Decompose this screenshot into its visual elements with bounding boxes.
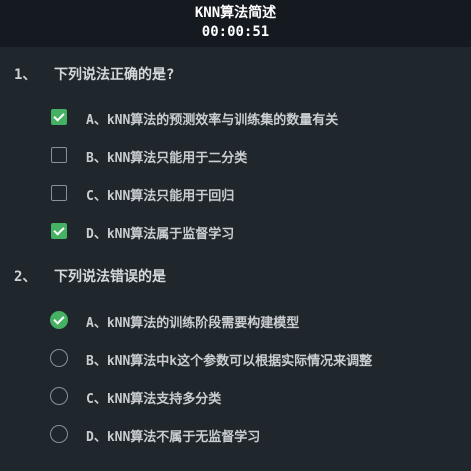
checkbox-unchecked-icon[interactable] xyxy=(51,147,67,163)
question-text: 下列说法正确的是? xyxy=(54,67,175,83)
q2-option-c[interactable]: C、kNN算法支持多分类 xyxy=(50,387,460,407)
q1-option-a[interactable]: A、kNN算法的预测效率与训练集的数量有关 xyxy=(50,108,460,128)
q2-option-a[interactable]: A、kNN算法的训练阶段需要构建模型 xyxy=(50,311,460,331)
quiz-title: KNN算法简述 xyxy=(194,5,277,21)
question-number: 2、 xyxy=(14,269,37,285)
radio-unchecked-icon[interactable] xyxy=(50,349,68,367)
question-text: 下列说法错误的是 xyxy=(54,269,166,285)
option-label: A、kNN算法的训练阶段需要构建模型 xyxy=(86,316,300,331)
q1-option-d[interactable]: D、kNN算法属于监督学习 xyxy=(50,222,460,242)
radio-unchecked-icon[interactable] xyxy=(50,425,68,443)
checkbox-checked-icon[interactable] xyxy=(51,109,67,125)
q1-option-c[interactable]: C、kNN算法只能用于回归 xyxy=(50,184,460,204)
q1-option-b[interactable]: B、kNN算法只能用于二分类 xyxy=(50,146,460,166)
question-number: 1、 xyxy=(14,67,37,83)
radio-checked-icon[interactable] xyxy=(50,311,68,329)
q2-option-d[interactable]: D、kNN算法不属于无监督学习 xyxy=(50,425,460,445)
option-label: D、kNN算法不属于无监督学习 xyxy=(86,430,261,445)
radio-unchecked-icon[interactable] xyxy=(50,387,68,405)
option-label: B、kNN算法只能用于二分类 xyxy=(86,151,248,166)
quiz-header: KNN算法简述 00:00:51 xyxy=(0,0,471,47)
checkbox-checked-icon[interactable] xyxy=(51,223,67,239)
checkbox-unchecked-icon[interactable] xyxy=(51,185,67,201)
option-label: A、kNN算法的预测效率与训练集的数量有关 xyxy=(86,113,339,128)
option-label: B、kNN算法中k这个参数可以根据实际情况来调整 xyxy=(86,354,373,369)
option-label: C、kNN算法只能用于回归 xyxy=(86,189,235,204)
quiz-timer: 00:00:51 xyxy=(201,24,270,40)
option-label: C、kNN算法支持多分类 xyxy=(86,392,222,407)
q2-option-b[interactable]: B、kNN算法中k这个参数可以根据实际情况来调整 xyxy=(50,349,460,369)
option-label: D、kNN算法属于监督学习 xyxy=(86,227,235,242)
